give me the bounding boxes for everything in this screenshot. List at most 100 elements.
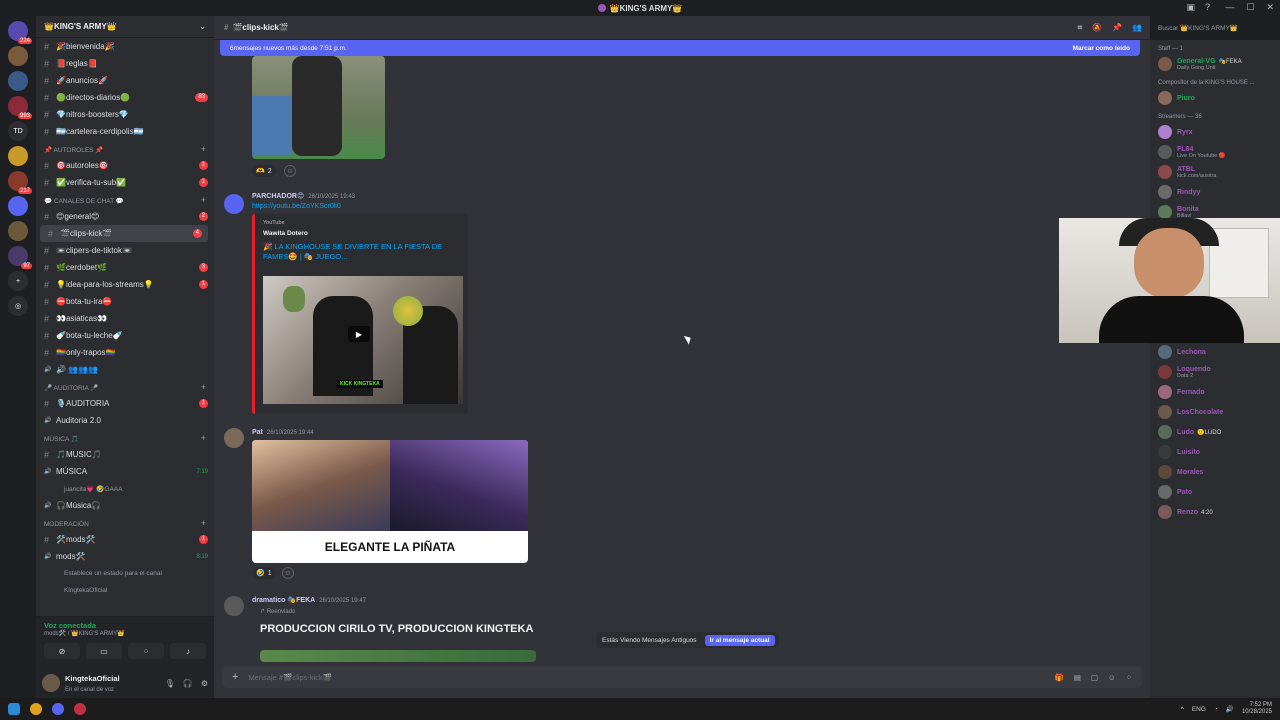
add-reaction-icon[interactable]: ☺	[284, 165, 296, 177]
search-input[interactable]: Buscar 👑KING'S ARMY👑	[1150, 16, 1280, 40]
channel-item[interactable]: # 🏳️‍🌈only-trapos🏳️‍🌈	[36, 344, 214, 361]
avatar[interactable]	[224, 194, 244, 214]
server-icon[interactable]: 217	[8, 171, 32, 194]
guild-header[interactable]: 👑KING'S ARMY👑 ⌄	[36, 16, 214, 38]
member-item[interactable]: Piuro	[1150, 88, 1280, 108]
server-icon[interactable]: ◎	[8, 296, 28, 316]
server-icon[interactable]	[8, 46, 28, 66]
threads-icon[interactable]: ⌗	[1078, 23, 1083, 33]
member-item[interactable]: FL84 Live On Youtube 🔴	[1150, 142, 1280, 162]
soundboard-icon[interactable]: ♪	[170, 643, 206, 659]
member-item[interactable]: Luisito	[1150, 442, 1280, 462]
avatar[interactable]	[224, 428, 244, 448]
member-item[interactable]: General-VG 🎭FEKA Daily Gang Unit	[1150, 54, 1280, 74]
channel-item[interactable]: # ⛔bota-tu-ira⛔	[36, 293, 214, 310]
plus-icon[interactable]: +	[201, 195, 206, 205]
mic-icon[interactable]: 🎙	[165, 679, 175, 688]
server-icon[interactable]: +	[8, 271, 28, 291]
channel-item[interactable]: # 👀asiaticas👀	[36, 310, 214, 327]
channel-item[interactable]: # 💡idea-para-los-streams💡 1	[36, 276, 214, 293]
help-icon[interactable]: ?	[1205, 2, 1210, 13]
embed-title[interactable]: 🎉 LA KINGHOUSE SE DIVIERTE EN LA FIESTA …	[263, 242, 460, 262]
meme-image[interactable]: ELEGANTE LA PIÑATA	[252, 440, 528, 563]
member-item[interactable]: Lechona	[1150, 342, 1280, 362]
video-thumbnail[interactable]: ▶ KICK KINGTEKA	[263, 276, 463, 404]
avatar[interactable]	[224, 596, 244, 616]
channel-item[interactable]: # 🎯autoroles🎯 1	[36, 157, 214, 174]
member-item[interactable]: Ryrx	[1150, 122, 1280, 142]
plus-icon[interactable]: +	[201, 433, 206, 443]
message-link[interactable]: https://youtu.be/ZoYKScr0li0	[252, 203, 341, 210]
message-author[interactable]: dramatico 🎭FEKA 26/10/2025 19:47	[252, 596, 366, 604]
mute-icon[interactable]: 🔕	[1092, 23, 1102, 33]
sticker-icon[interactable]: ▢	[1091, 673, 1098, 682]
members-icon[interactable]: 👥	[1132, 23, 1142, 33]
server-icon[interactable]	[8, 146, 28, 166]
message-author[interactable]: PARCHADOR😊 26/10/2025 19:43	[252, 192, 355, 200]
channel-category[interactable]: 📌 AUTOROLES 📌 +	[36, 140, 214, 157]
chevron-up-icon[interactable]: ^	[1181, 706, 1184, 713]
discord-icon[interactable]	[52, 703, 64, 715]
member-item[interactable]: Rindyy	[1150, 182, 1280, 202]
message-input[interactable]: Mensaje #🎬clips-kick🎬	[248, 673, 332, 682]
close-button[interactable]: ✕	[1266, 2, 1274, 13]
server-icon[interactable]: 993	[8, 96, 32, 119]
apps-icon[interactable]: ⁘	[1126, 673, 1132, 682]
headphones-icon[interactable]: 🎧	[183, 679, 193, 688]
channel-item[interactable]: # 🎉bienvenida🎉	[36, 38, 214, 55]
channel-item[interactable]: # 🍼bota-tu-leche🍼	[36, 327, 214, 344]
channel-item[interactable]: # 🎬clips-kick🎬 4	[40, 225, 208, 242]
channel-item[interactable]: 🔊 mods🛠️ 8:19	[36, 548, 214, 565]
channel-item[interactable]: # 🚀anuncios🚀	[36, 72, 214, 89]
gif-icon[interactable]: ▤	[1074, 673, 1081, 682]
play-icon[interactable]: ▶	[348, 326, 370, 342]
channel-item[interactable]: # 📼clipers-de-tiktok📼	[36, 242, 214, 259]
message-composer[interactable]: + Mensaje #🎬clips-kick🎬 🎁 ▤ ▢ ☺ ⁘	[222, 666, 1142, 688]
new-messages-bar[interactable]: 6mensajes nuevos más desde 7:51 p.m. Mar…	[220, 40, 1140, 56]
channel-item[interactable]: # 🟢directos-diarios🟢 83	[36, 89, 214, 106]
voice-channel[interactable]: mods🛠️ / 👑KING'S ARMY👑	[44, 630, 206, 637]
member-item[interactable]: Fernado	[1150, 382, 1280, 402]
reaction[interactable]: 🤣 1	[252, 567, 276, 579]
server-icon[interactable]	[8, 196, 28, 216]
member-item[interactable]: Loquendo Dota 2	[1150, 362, 1280, 382]
channel-category[interactable]: 🎤 AUDITORIA 🎤 +	[36, 378, 214, 395]
message-author[interactable]: Pat 26/10/2025 19:44	[252, 429, 314, 436]
member-item[interactable]: ATBL kick.com/ausitra	[1150, 162, 1280, 182]
server-icon[interactable]: 97	[8, 246, 32, 269]
channel-item[interactable]: # 📕reglas📕	[36, 55, 214, 72]
voice-user[interactable]: juancita💗 🤣GAAA	[36, 480, 214, 497]
mark-read-button[interactable]: Marcar como leído	[1073, 45, 1130, 52]
emoji-icon[interactable]: ☺	[1108, 673, 1116, 682]
pin-icon[interactable]: 📌	[1112, 23, 1122, 33]
member-item[interactable]: Renzo 4:20	[1150, 502, 1280, 522]
channel-item[interactable]: # 🎙️AUDITORIA 1	[36, 395, 214, 412]
channel-category[interactable]: MÚSICA 🎵 +	[36, 429, 214, 446]
gear-icon[interactable]: ⚙	[201, 679, 208, 688]
channel-item[interactable]: 🔊 MÚSICA 7:19	[36, 463, 214, 480]
server-icon[interactable]	[8, 221, 28, 241]
voice-user[interactable]: KingtekaOficial	[36, 582, 214, 599]
channel-item[interactable]: 🔊 Auditoria 2.0	[36, 412, 214, 429]
jump-to-present-button[interactable]: Ir al mensaje actual	[704, 634, 775, 646]
chrome-icon[interactable]	[30, 703, 42, 715]
clock[interactable]: 7:52 PM 10/28/2025	[1242, 702, 1272, 716]
channel-item[interactable]: # 🎵MUSIC🎵	[36, 446, 214, 463]
windows-start-icon[interactable]	[8, 703, 20, 715]
camera-off-icon[interactable]: ⊘	[44, 643, 80, 659]
server-icon[interactable]: TD	[8, 121, 28, 141]
channel-item[interactable]: # 🇦🇷cartelera-cerdipolis🇦🇷	[36, 123, 214, 140]
reaction[interactable]: 🫶 2	[252, 165, 276, 177]
lang-indicator[interactable]: ENG	[1192, 706, 1206, 713]
channel-item[interactable]: 🔊 🔊 👥👥👥	[36, 361, 214, 378]
member-item[interactable]: LosChocolate	[1150, 402, 1280, 422]
plus-icon[interactable]: +	[201, 518, 206, 528]
maximize-button[interactable]: ☐	[1246, 2, 1254, 13]
server-icon[interactable]: 224	[8, 21, 32, 44]
member-item[interactable]: Morales	[1150, 462, 1280, 482]
activities-icon[interactable]: ⁘	[128, 643, 164, 659]
channel-item[interactable]: # 💎nitros-boosters💎	[36, 106, 214, 123]
gift-icon[interactable]: 🎁	[1055, 673, 1064, 682]
channel-item[interactable]: # 🛠️mods🛠️ 1	[36, 531, 214, 548]
plus-icon[interactable]: +	[201, 144, 206, 154]
